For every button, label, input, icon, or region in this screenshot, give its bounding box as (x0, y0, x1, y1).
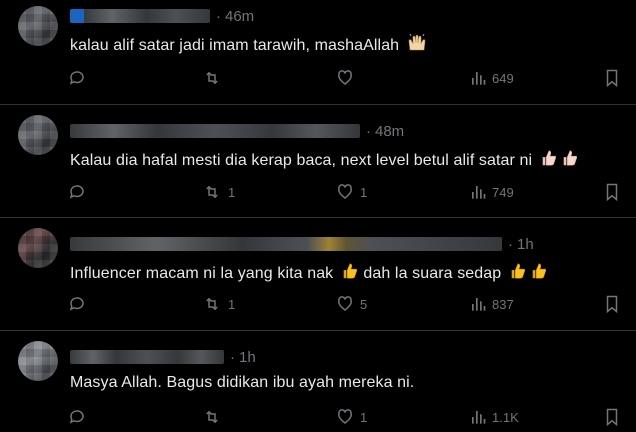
post-text: Influencer macam ni la yang kita nak dah… (70, 262, 548, 285)
avatar[interactable] (18, 6, 58, 46)
raising-hands-icon (407, 33, 427, 57)
post-text-content: Kalau dia hafal mesti dia kerap baca, ne… (70, 152, 533, 169)
reply-button[interactable] (68, 67, 86, 89)
like-icon (338, 184, 352, 199)
bookmark-icon (606, 69, 618, 87)
like-count: 1 (360, 184, 368, 200)
views-count: 649 (492, 70, 514, 86)
thumbs-up-yellow-icon (530, 262, 548, 285)
repost-button[interactable]: 1 (202, 293, 235, 315)
action-bar: 1 5 837 (0, 293, 636, 315)
views-button[interactable]: 1.1K (470, 406, 519, 428)
post-time[interactable]: 1h (517, 236, 534, 253)
blurred-username[interactable] (70, 124, 360, 138)
post-text-content: Masya Allah. Bagus didikan ibu ayah mere… (70, 374, 415, 391)
post[interactable]: · 1h Influencer macam ni la yang kita na… (0, 218, 636, 331)
views-button[interactable]: 649 (470, 67, 514, 89)
bookmark-icon (606, 183, 618, 201)
separator-dot: · (230, 348, 235, 366)
reply-icon (69, 297, 84, 311)
blurred-username[interactable] (70, 9, 210, 23)
post[interactable]: · 46m kalau alif satar jadi imam tarawih… (0, 0, 636, 105)
reply-icon (69, 185, 84, 199)
blurred-username[interactable] (70, 350, 224, 364)
post-header: · 46m (70, 7, 254, 25)
reply-icon (69, 71, 84, 85)
post-header: · 1h (70, 235, 534, 253)
like-button[interactable] (336, 67, 354, 89)
action-bar: 1 1.1K (0, 406, 636, 428)
repost-button[interactable]: 1 (202, 181, 235, 203)
like-count: 5 (360, 296, 368, 312)
blurred-username[interactable] (70, 237, 502, 251)
bookmark-icon (606, 408, 618, 426)
separator-dot: · (366, 122, 371, 140)
post-text: kalau alif satar jadi imam tarawih, mash… (70, 33, 427, 57)
repost-button[interactable] (202, 406, 222, 428)
repost-icon (206, 410, 218, 424)
repost-count: 1 (228, 184, 236, 200)
like-icon (338, 70, 352, 85)
bookmark-button[interactable] (604, 406, 620, 428)
like-button[interactable]: 1 (336, 181, 367, 203)
like-button[interactable]: 1 (336, 406, 367, 428)
post-header: · 1h (70, 348, 256, 366)
separator-dot: · (508, 235, 513, 253)
reply-button[interactable] (68, 406, 86, 428)
views-icon (472, 298, 486, 311)
separator-dot: · (216, 7, 221, 25)
views-button[interactable]: 749 (470, 181, 514, 203)
post[interactable]: · 48m Kalau dia hafal mesti dia kerap ba… (0, 105, 636, 218)
post-time[interactable]: 46m (225, 8, 254, 25)
repost-icon (206, 71, 218, 85)
repost-button[interactable] (202, 67, 222, 89)
action-bar: 1 1 749 (0, 181, 636, 203)
thumbs-up-yellow-icon (341, 262, 359, 285)
repost-icon (206, 185, 218, 199)
views-icon (472, 411, 486, 424)
bookmark-icon (606, 295, 618, 313)
reply-icon (69, 410, 84, 424)
reply-button[interactable] (68, 181, 86, 203)
reply-button[interactable] (68, 293, 86, 315)
avatar[interactable] (18, 341, 58, 381)
post-text-content: Influencer macam ni la yang kita nak (70, 265, 334, 282)
post-time[interactable]: 1h (239, 349, 256, 366)
like-icon (338, 409, 352, 424)
views-icon (472, 72, 486, 85)
post-time[interactable]: 48m (375, 123, 404, 140)
post-header: · 48m (70, 122, 404, 140)
like-icon (338, 296, 352, 311)
thumbs-up-light-icon (561, 149, 579, 172)
bookmark-button[interactable] (604, 181, 620, 203)
repost-count: 1 (228, 296, 236, 312)
thumbs-up-light-icon (540, 149, 558, 172)
avatar[interactable] (18, 115, 58, 155)
post-text: Kalau dia hafal mesti dia kerap baca, ne… (70, 149, 579, 172)
views-button[interactable]: 837 (470, 293, 514, 315)
post-text-content: kalau alif satar jadi imam tarawih, mash… (70, 37, 400, 54)
post[interactable]: · 1h Masya Allah. Bagus didikan ibu ayah… (0, 331, 636, 432)
action-bar: 649 (0, 67, 636, 89)
views-count: 749 (492, 184, 514, 200)
like-button[interactable]: 5 (336, 293, 367, 315)
post-text: Masya Allah. Bagus didikan ibu ayah mere… (70, 374, 414, 392)
views-count: 1.1K (492, 409, 519, 425)
views-icon (472, 186, 486, 199)
like-count: 1 (360, 409, 368, 425)
avatar[interactable] (18, 228, 58, 268)
bookmark-button[interactable] (604, 293, 620, 315)
bookmark-button[interactable] (604, 67, 620, 89)
repost-icon (206, 297, 218, 311)
views-count: 837 (492, 296, 514, 312)
post-text-content-2: dah la suara sedap (363, 265, 502, 282)
thumbs-up-yellow-icon (509, 262, 527, 285)
